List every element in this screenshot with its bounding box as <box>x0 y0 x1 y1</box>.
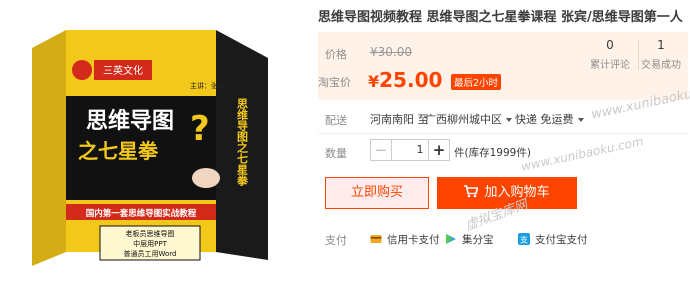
current-price-label: 淘宝价 <box>318 76 351 89</box>
svg-text:主讲：张宾: 主讲：张宾 <box>190 81 225 90</box>
quantity-increase-button[interactable]: + <box>428 139 450 161</box>
svg-text:思维导图之七星拳: 思维导图之七星拳 <box>236 98 250 187</box>
jifenbao-label: 集分宝 <box>462 234 494 246</box>
shipping-label: 配送 <box>325 114 347 127</box>
buy-now-button[interactable]: 立即购买 <box>325 177 429 209</box>
svg-text:三英文化: 三英文化 <box>103 64 143 77</box>
svg-text:老板员思维导图: 老板员思维导图 <box>126 229 175 238</box>
chevron-down-icon <box>506 118 512 122</box>
jifenbao-icon <box>446 234 456 244</box>
payment-credit-card: 信用卡支付 <box>370 232 440 247</box>
sales-label: 交易成功 <box>641 60 681 71</box>
original-price: ¥30.00 <box>370 45 412 59</box>
svg-text:国内第一套思维导图实战教程: 国内第一套思维导图实战教程 <box>86 208 197 219</box>
current-price-value: 25.00 <box>379 68 443 92</box>
quantity-decrease-button[interactable]: − <box>370 139 392 161</box>
countdown-badge: 最后2小时 <box>451 74 502 90</box>
shipping-destination: 广西柳州城中区 <box>425 113 502 126</box>
product-image[interactable]: 三英文化 主讲：张宾 思维导图 之七星拳 ? 国内第一套思维导图实战教程 老板员… <box>30 28 270 268</box>
stock-info: 件(库存1999件) <box>454 147 531 159</box>
cart-icon <box>464 184 479 197</box>
svg-text:支: 支 <box>520 235 528 245</box>
svg-text:思维导图: 思维导图 <box>86 108 174 134</box>
shipping-method-select[interactable]: 快递 免运费 <box>515 111 584 127</box>
svg-text:普通员工用Word: 普通员工用Word <box>124 249 177 258</box>
sales-count: 1 <box>657 38 665 52</box>
svg-text:之七星拳: 之七星拳 <box>78 139 159 163</box>
section-divider <box>318 133 688 134</box>
shipping-destination-select[interactable]: 广西柳州城中区 <box>425 111 512 127</box>
product-title: 思维导图视频教程 思维导图之七星拳课程 张宾/思维导图第一人 <box>318 10 683 25</box>
currency-symbol: ¥ <box>368 72 380 91</box>
quantity-label: 数量 <box>325 147 347 160</box>
shipping-from: 河南南阳 至 <box>370 113 429 126</box>
watermark-site-middle: www.xunibaoku.com <box>520 134 645 174</box>
publisher-logo: 三英文化 <box>72 60 152 80</box>
alipay-icon: 支 <box>518 233 530 245</box>
product-box-illustration: 三英文化 主讲：张宾 思维导图 之七星拳 ? 国内第一套思维导图实战教程 老板员… <box>32 30 268 266</box>
chevron-down-icon <box>577 118 584 122</box>
credit-card-label: 信用卡支付 <box>387 234 440 246</box>
payment-jifenbao: 集分宝 <box>445 232 494 247</box>
current-price: ¥25.00 <box>368 68 442 92</box>
credit-card-icon <box>370 235 382 243</box>
alipay-label: 支付宝支付 <box>535 234 588 246</box>
svg-text:中层用PPT: 中层用PPT <box>133 239 167 248</box>
payment-label: 支付 <box>325 234 347 247</box>
shipping-method: 快递 免运费 <box>515 113 574 126</box>
svg-text:?: ? <box>190 109 210 149</box>
reviews-label[interactable]: 累计评论 <box>584 56 636 71</box>
payment-alipay: 支 支付宝支付 <box>518 232 588 247</box>
reviews-count[interactable]: 0 <box>590 38 630 52</box>
original-price-label: 价格 <box>325 48 347 61</box>
